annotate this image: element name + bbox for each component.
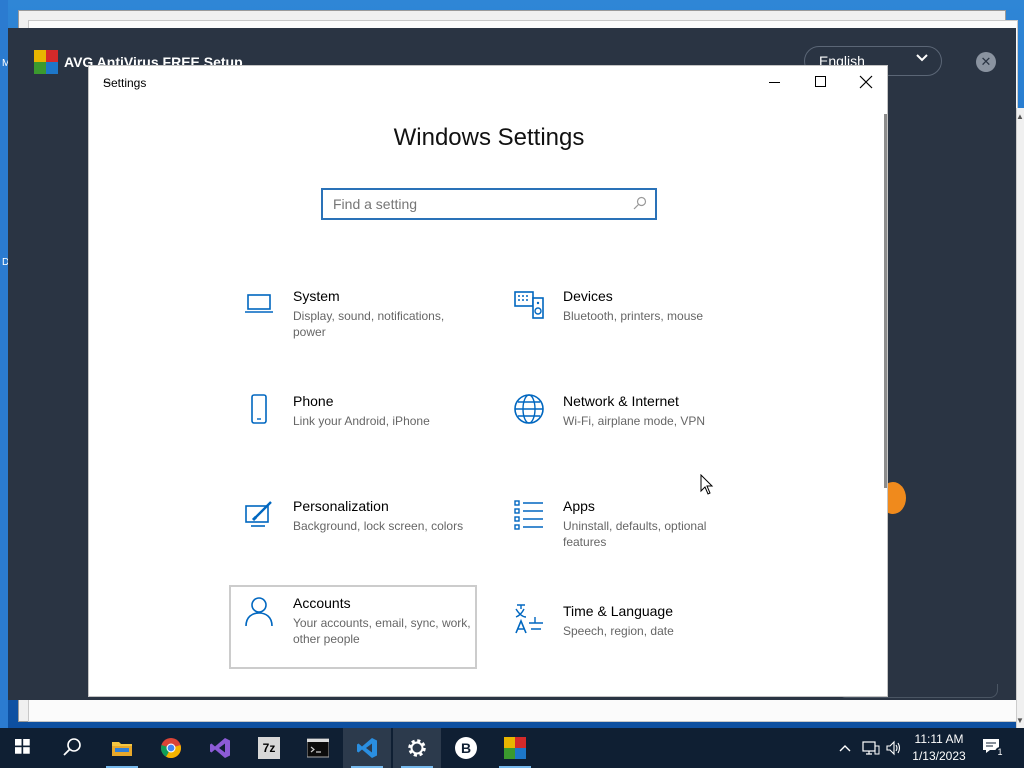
windows-logo-icon [15, 739, 30, 754]
tile-description: Uninstall, defaults, optional features [563, 519, 707, 549]
background-scrollbar[interactable] [1016, 108, 1024, 728]
search-input[interactable] [323, 190, 623, 218]
phone-icon [251, 394, 267, 424]
scroll-down-arrow-icon[interactable]: ▼ [1016, 716, 1024, 725]
taskbar: 7z B 11:11 AM 1/13/2023 1 [0, 728, 1024, 768]
tile-name: Network & Internet [563, 393, 679, 409]
tile-accounts[interactable]: Accounts Your accounts, email, sync, wor… [229, 585, 477, 669]
person-icon [245, 597, 273, 627]
taskbar-b-app[interactable]: B [442, 728, 490, 768]
clock-time: 11:11 AM [914, 732, 964, 746]
tile-name: Personalization [293, 498, 389, 514]
taskbar-file-explorer[interactable] [98, 728, 146, 768]
avg-logo-icon [34, 50, 58, 74]
avg-icon [504, 737, 526, 759]
notification-center-button[interactable]: 1 [982, 738, 1006, 760]
window-title: Settings [103, 76, 147, 90]
tile-time-language[interactable]: Time & Language Speech, region, date [499, 593, 747, 677]
terminal-icon [307, 738, 329, 758]
maximize-icon [815, 76, 826, 87]
tile-devices[interactable]: Devices Bluetooth, printers, mouse [499, 278, 747, 362]
minimize-button[interactable] [751, 66, 797, 98]
scroll-up-arrow-icon[interactable]: ▲ [1016, 112, 1024, 121]
volume-icon[interactable] [886, 740, 902, 756]
tile-description: Your accounts, email, sync, work, other … [293, 616, 471, 646]
tile-name: Devices [563, 288, 613, 304]
maximize-button[interactable] [797, 66, 843, 98]
taskbar-search-button[interactable] [48, 728, 96, 768]
chevron-down-icon [915, 51, 929, 68]
apps-list-icon [514, 500, 543, 530]
search-icon [63, 738, 81, 756]
vscode-icon [357, 738, 377, 758]
paint-icon [245, 501, 272, 527]
tile-name: Time & Language [563, 603, 673, 619]
minimize-icon [769, 82, 780, 83]
tile-name: Accounts [293, 595, 351, 611]
tray-chevron-up-icon[interactable] [838, 741, 852, 755]
notification-count-badge: 1 [995, 747, 1005, 757]
taskbar-7zip[interactable]: 7z [245, 728, 293, 768]
tile-phone[interactable]: Phone Link your Android, iPhone [229, 383, 477, 467]
settings-scrollbar[interactable] [884, 114, 887, 488]
taskbar-settings[interactable] [393, 728, 441, 768]
clock-date: 1/13/2023 [912, 749, 966, 763]
taskbar-vscode[interactable] [343, 728, 391, 768]
folder-icon [112, 742, 132, 756]
mouse-cursor-icon [700, 474, 714, 495]
time-language-icon [515, 604, 543, 634]
tile-name: Phone [293, 393, 334, 409]
settings-window: ← Settings Windows Settings System Displ… [88, 65, 888, 697]
desktop-edge [0, 0, 8, 728]
tile-name: System [293, 288, 340, 304]
gear-icon [408, 739, 426, 757]
tile-description: Display, sound, notifications, power [293, 309, 445, 339]
b-circle-icon: B [455, 737, 477, 759]
tile-description: Link your Android, iPhone [293, 414, 430, 428]
search-box[interactable] [321, 188, 657, 220]
visual-studio-icon [210, 738, 230, 758]
tile-description: Bluetooth, printers, mouse [563, 309, 704, 323]
close-icon [859, 75, 873, 89]
keyboard-speaker-icon [514, 291, 544, 319]
close-button[interactable] [843, 66, 889, 98]
taskbar-clock[interactable]: 11:11 AM 1/13/2023 [906, 731, 972, 765]
tile-apps[interactable]: Apps Uninstall, defaults, optional featu… [499, 488, 747, 572]
tile-name: Apps [563, 498, 595, 514]
taskbar-visual-studio[interactable] [196, 728, 244, 768]
page-title: Windows Settings [393, 124, 585, 151]
taskbar-avg[interactable] [491, 728, 539, 768]
tile-network-internet[interactable]: Network & Internet Wi-Fi, airplane mode,… [499, 383, 747, 467]
search-icon[interactable] [633, 196, 647, 210]
tile-description: Background, lock screen, colors [293, 519, 464, 533]
tile-system[interactable]: System Display, sound, notifications, po… [229, 278, 477, 362]
tile-description: Wi-Fi, airplane mode, VPN [563, 414, 706, 428]
tile-personalization[interactable]: Personalization Background, lock screen,… [229, 488, 477, 572]
network-icon[interactable] [862, 740, 880, 756]
start-button[interactable] [0, 728, 48, 768]
taskbar-chrome[interactable] [147, 728, 195, 768]
7zip-icon: 7z [258, 737, 280, 759]
title-bar[interactable]: ← Settings [89, 66, 887, 98]
tile-description: Speech, region, date [563, 624, 674, 638]
taskbar-terminal[interactable] [294, 728, 342, 768]
avg-close-button[interactable]: ✕ [976, 52, 996, 72]
globe-icon [514, 394, 544, 424]
chrome-icon [161, 738, 181, 759]
laptop-icon [245, 294, 273, 313]
